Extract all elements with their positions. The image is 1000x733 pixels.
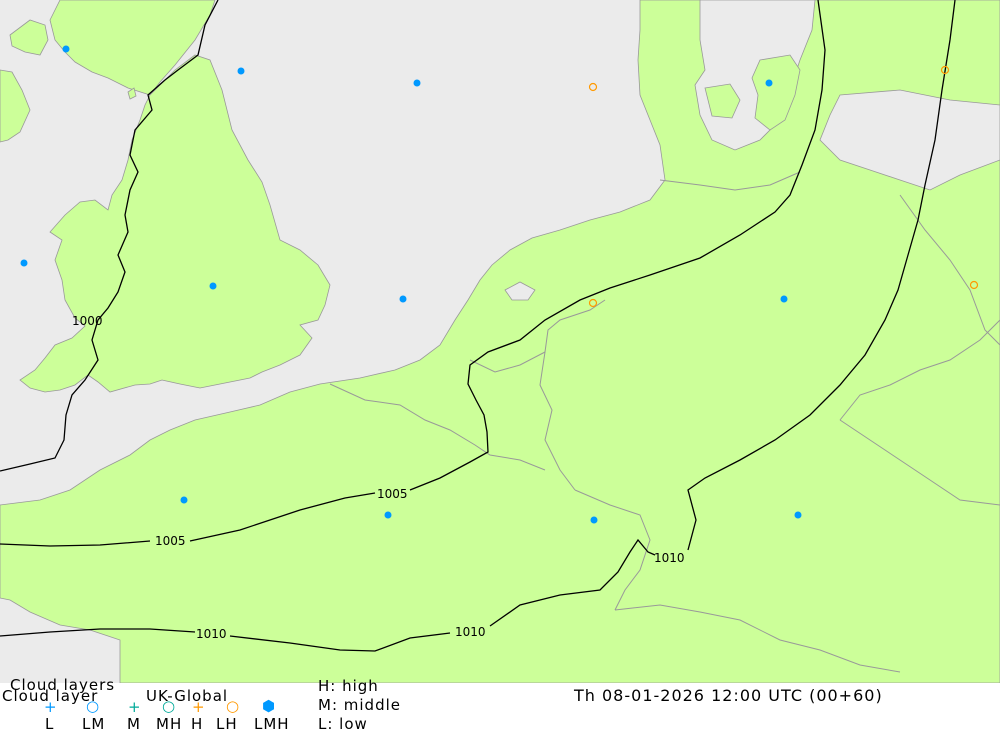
symbol-code-m: M	[127, 715, 141, 733]
model-name: UK-Global	[146, 687, 229, 705]
lmh-marker-icon	[20, 259, 28, 267]
lmh-marker-icon	[399, 295, 407, 303]
plus-icon: +	[44, 698, 57, 716]
level-middle: M: middle	[318, 696, 401, 714]
lmh-marker-icon	[62, 45, 70, 53]
lmh-marker-icon	[794, 511, 802, 519]
forecast-datetime: Th 08-01-2026 12:00 UTC (00+60)	[574, 686, 883, 705]
weather-map: 1000 1005 1005 1010 1010 1010	[0, 0, 1000, 683]
lmh-marker-icon	[237, 67, 245, 75]
lmh-marker-icon	[384, 511, 392, 519]
lmh-marker-icon	[780, 295, 788, 303]
symbol-code-lmh: LMH	[254, 715, 290, 733]
lmh-marker-icon	[180, 496, 188, 504]
symbol-code-l: L	[45, 715, 55, 733]
open-circle-icon: ○	[86, 697, 100, 715]
isobar-label-1000: 1000	[72, 314, 103, 328]
lmh-marker-icon	[413, 79, 421, 87]
isobar-label-1010-a: 1010	[654, 551, 685, 565]
open-circle-icon: ○	[226, 697, 240, 715]
plus-icon: +	[192, 698, 205, 716]
lmh-marker-icon	[765, 79, 773, 87]
filled-hexagon-icon: ⬢	[262, 697, 276, 715]
isobar-label-1005-b: 1005	[155, 534, 186, 548]
symbol-code-lh: LH	[216, 715, 238, 733]
symbol-code-mh: MH	[156, 715, 183, 733]
symbol-code-h: H	[191, 715, 204, 733]
open-circle-icon: ○	[162, 697, 176, 715]
level-low: L: low	[318, 715, 368, 733]
level-high: H: high	[318, 677, 379, 695]
isobar-label-1010-c: 1010	[196, 627, 227, 641]
isobar-label-1010-b: 1010	[455, 625, 486, 639]
symbol-code-lm: LM	[82, 715, 106, 733]
lmh-marker-icon	[590, 516, 598, 524]
lmh-marker-icon	[209, 282, 217, 290]
isobar-label-1005-a: 1005	[377, 487, 408, 501]
plus-icon: +	[128, 698, 141, 716]
legend-footer: Cloud layers Cloud layer UK-Global + ○ +…	[0, 677, 1000, 733]
